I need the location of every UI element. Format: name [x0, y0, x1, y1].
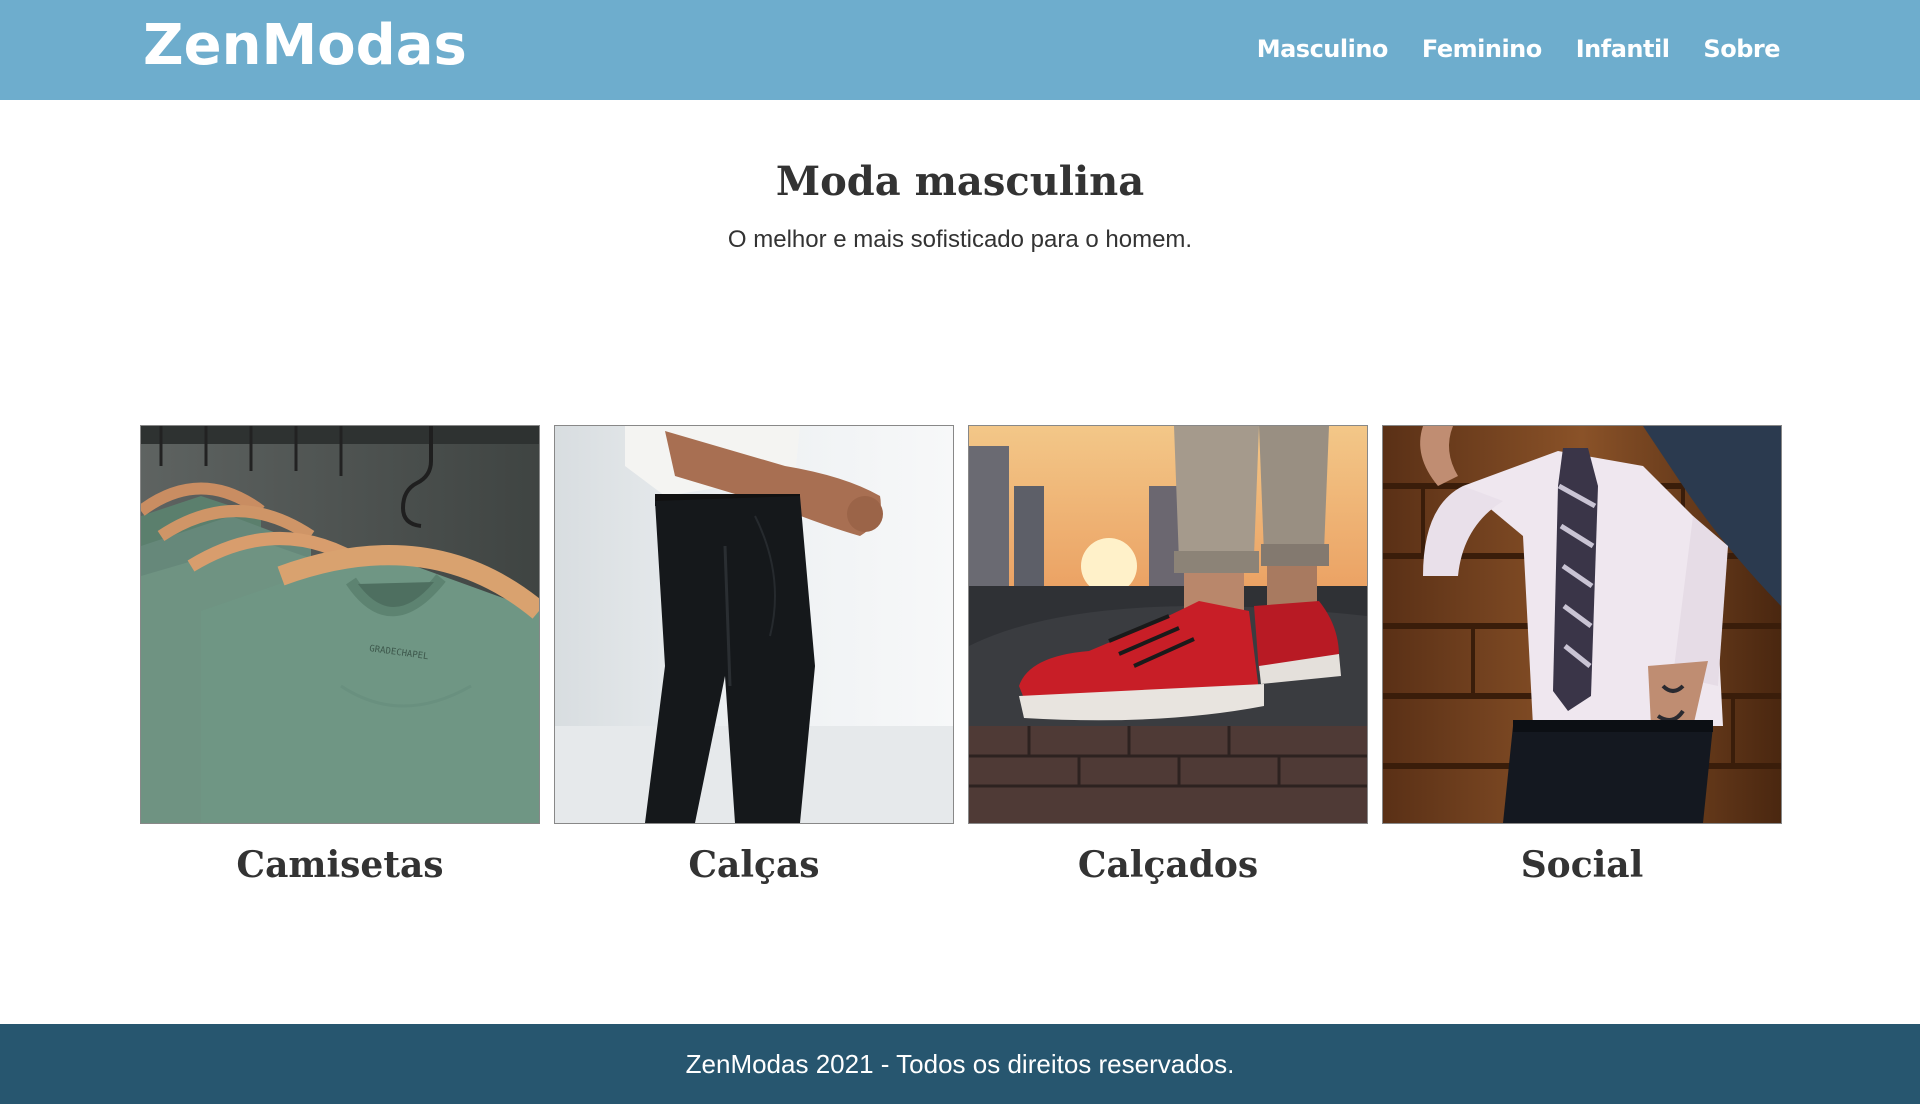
nav-link-sobre[interactable]: Sobre — [1703, 32, 1780, 66]
category-card-camisetas[interactable]: GRADECHAPEL Camisetas — [140, 425, 540, 890]
page-subtitle: O melhor e mais sofisticado para o homem… — [727, 226, 1193, 253]
category-label: Camisetas — [236, 844, 444, 886]
category-image-calcados[interactable] — [968, 425, 1368, 824]
nav-link-infantil[interactable]: Infantil — [1576, 32, 1670, 66]
category-label: Social — [1520, 844, 1644, 886]
site-header: ZenModas Masculino Feminino Infantil Sob… — [0, 0, 1920, 100]
category-label: Calçados — [1077, 844, 1259, 886]
category-card-calcas[interactable]: Calças — [554, 425, 954, 890]
category-label: Calças — [688, 844, 820, 886]
page-title: Moda masculina — [775, 158, 1145, 205]
category-card-calcados[interactable]: Calçados — [968, 425, 1368, 890]
category-image-calcas[interactable] — [554, 425, 954, 824]
nav-link-feminino[interactable]: Feminino — [1422, 32, 1542, 66]
nav-link-masculino[interactable]: Masculino — [1257, 32, 1389, 66]
category-image-camisetas[interactable]: GRADECHAPEL — [140, 425, 540, 824]
footer-copyright: ZenModas 2021 - Todos os direitos reserv… — [685, 1049, 1235, 1079]
category-image-social[interactable] — [1382, 425, 1782, 824]
main-nav: Masculino Feminino Infantil Sobre — [1257, 32, 1781, 66]
site-footer: ZenModas 2021 - Todos os direitos reserv… — [0, 1024, 1920, 1104]
category-card-social[interactable]: Social — [1382, 425, 1782, 890]
site-logo[interactable]: ZenModas — [143, 10, 467, 82]
